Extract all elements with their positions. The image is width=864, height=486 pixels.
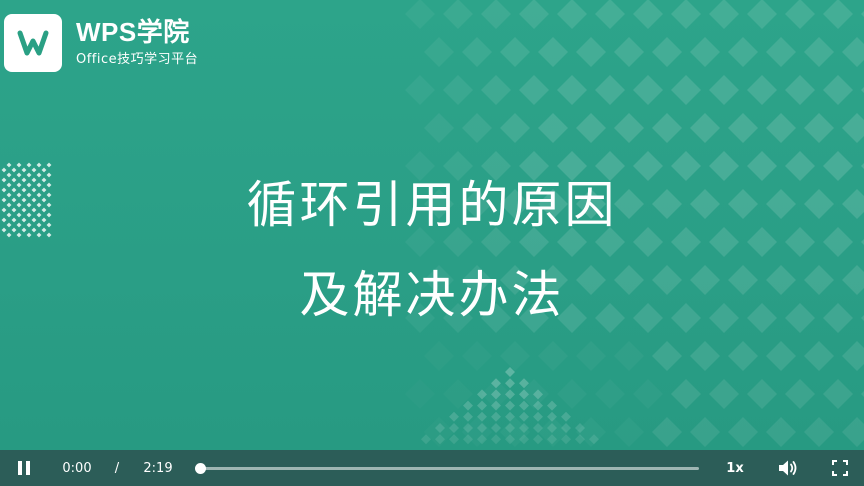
playback-speed-button[interactable]: 1x [720, 450, 750, 486]
wps-w-logo-icon [4, 14, 62, 72]
slide-title-line-2: 及解决办法 [299, 266, 565, 324]
brand-title: WPS学院 [76, 17, 190, 47]
current-time: 0:00 [62, 460, 92, 476]
volume-icon [779, 460, 797, 476]
video-player[interactable]: WPS学院 Office技巧学习平台 循环引用的原因 及解决办法 0:00 / … [0, 0, 864, 486]
fullscreen-button[interactable] [826, 450, 854, 486]
volume-button[interactable] [774, 450, 802, 486]
progress-bar[interactable] [194, 463, 699, 474]
video-frame[interactable]: WPS学院 Office技巧学习平台 循环引用的原因 及解决办法 [0, 0, 864, 450]
fullscreen-icon [832, 460, 848, 476]
duration: 2:19 [143, 460, 173, 476]
slide-title: 循环引用的原因 及解决办法 [0, 160, 864, 340]
slide-title-line-1: 循环引用的原因 [246, 176, 618, 234]
pause-icon [18, 461, 30, 475]
pause-button[interactable] [10, 450, 38, 486]
player-control-bar: 0:00 / 2:19 1x [0, 450, 864, 486]
brand-header: WPS学院 Office技巧学习平台 [4, 14, 198, 72]
brand-subtitle: Office技巧学习平台 [76, 52, 199, 67]
progress-thumb[interactable] [194, 463, 206, 474]
time-separator: / [114, 460, 120, 476]
